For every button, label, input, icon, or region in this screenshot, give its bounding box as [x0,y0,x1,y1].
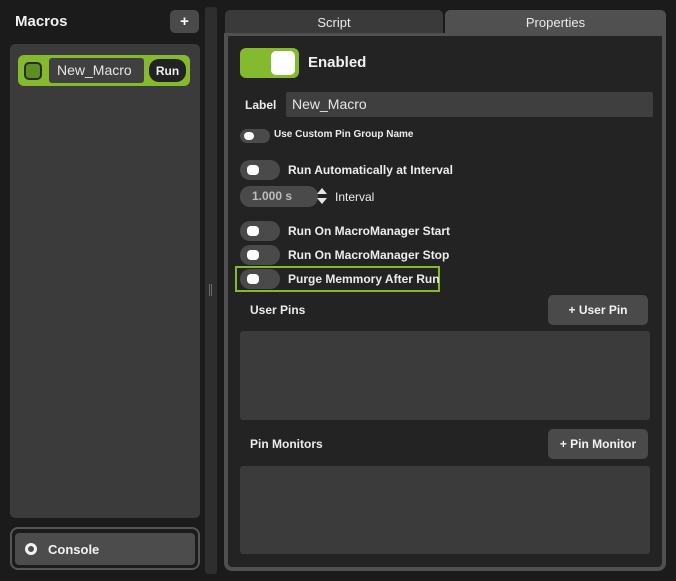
run-on-stop-label: Run On MacroManager Stop [288,248,450,262]
enabled-label: Enabled [308,54,367,71]
toggle-knob [247,250,259,260]
custom-pin-group-toggle[interactable] [240,129,270,143]
macro-list [10,44,200,518]
console-button[interactable] [15,533,195,565]
user-pins-list [240,331,650,420]
add-macro-button[interactable]: + [170,10,199,33]
pin-monitors-list [240,466,650,554]
run-on-stop-toggle[interactable] [240,245,280,265]
toggle-knob [247,226,259,236]
run-at-interval-toggle[interactable] [240,160,280,180]
pin-monitors-label: Pin Monitors [250,437,323,451]
console-indicator-icon [25,543,37,555]
run-at-interval-label: Run Automatically at Interval [288,163,453,177]
custom-pin-group-label: Use Custom Pin Group Name [274,129,414,140]
toggle-knob [244,132,254,140]
macro-enable-checkbox[interactable] [24,62,42,80]
toggle-knob [247,165,259,175]
run-on-start-toggle[interactable] [240,221,280,241]
arrow-up-icon[interactable] [317,188,327,194]
purge-memory-toggle[interactable] [240,269,280,289]
add-user-pin-button[interactable]: + User Pin [548,295,648,325]
label-input[interactable]: New_Macro [286,92,653,117]
tab-script[interactable]: Script [225,10,443,34]
macro-run-button[interactable]: Run [149,59,186,82]
purge-memory-label: Purge Memmory After Run [288,272,440,286]
toggle-knob [247,274,259,284]
enabled-toggle[interactable] [240,48,299,78]
label-field-label: Label [245,98,277,112]
arrow-down-icon[interactable] [317,198,327,204]
add-pin-monitor-button[interactable]: + Pin Monitor [548,429,648,459]
splitter-grip-icon [209,284,213,296]
user-pins-label: User Pins [250,303,306,317]
console-label: Console [48,542,100,557]
interval-spinner[interactable] [316,187,328,206]
interval-input[interactable]: 1.000 s [240,186,318,207]
toggle-knob [271,51,295,75]
macros-title: Macros [15,13,68,30]
run-on-start-label: Run On MacroManager Start [288,224,451,238]
tab-properties[interactable]: Properties [445,10,666,34]
macro-name-field[interactable]: New_Macro [49,58,144,83]
interval-label: Interval [335,190,375,204]
